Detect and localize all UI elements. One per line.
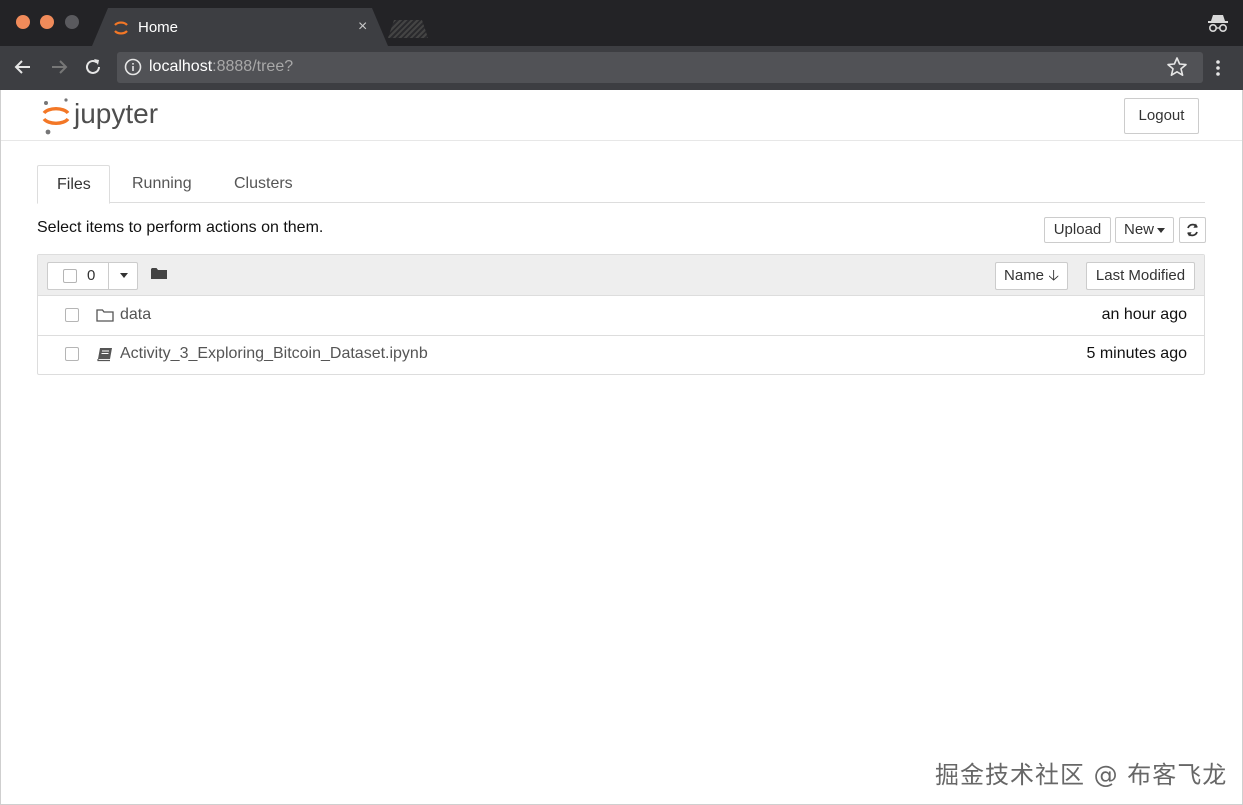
- tab-running[interactable]: Running: [113, 165, 211, 203]
- file-name-link[interactable]: data: [120, 306, 151, 324]
- browser-tab-title: Home: [138, 19, 179, 36]
- row-checkbox[interactable]: [65, 347, 79, 361]
- logout-button[interactable]: Logout: [1124, 98, 1199, 134]
- list-item[interactable]: Activity_3_Exploring_Bitcoin_Dataset.ipy…: [38, 335, 1204, 375]
- refresh-icon: [1187, 223, 1198, 237]
- caret-down-icon: [120, 273, 128, 278]
- tab-files[interactable]: Files: [37, 165, 110, 204]
- row-checkbox[interactable]: [65, 308, 79, 322]
- jupyter-header: jupyter Logout: [0, 90, 1243, 141]
- tab-clusters[interactable]: Clusters: [215, 165, 312, 203]
- tab-close-icon[interactable]: ×: [358, 18, 367, 36]
- browser-menu-icon[interactable]: [1210, 58, 1226, 78]
- refresh-button[interactable]: [1179, 217, 1206, 243]
- address-bar[interactable]: localhost:8888/tree?: [117, 52, 1203, 83]
- selected-count: 0: [87, 267, 96, 284]
- forward-arrow-icon[interactable]: [46, 54, 72, 80]
- selection-hint: Select items to perform actions on them.: [37, 219, 324, 236]
- notebook-book-icon: [97, 348, 112, 362]
- sort-name-label: Name: [1004, 267, 1045, 284]
- select-all-checkbox[interactable]: [63, 269, 77, 283]
- file-list-header: 0 Name 🡣 Last Modified: [38, 255, 1204, 296]
- select-dropdown-button[interactable]: [108, 262, 139, 290]
- upload-button[interactable]: Upload: [1044, 217, 1111, 243]
- watermark-text: 掘金技术社区 @ 布客飞龙: [935, 761, 1228, 789]
- url-path: :8888/tree?: [212, 58, 294, 75]
- file-modified-time: 5 minutes ago: [1086, 345, 1187, 362]
- site-info-icon[interactable]: [124, 58, 142, 76]
- sort-by-name-button[interactable]: Name 🡣: [995, 262, 1068, 290]
- back-arrow-icon[interactable]: [10, 54, 36, 80]
- new-button-label: New: [1123, 221, 1154, 238]
- file-modified-time: an hour ago: [1101, 306, 1187, 323]
- arrow-down-icon: 🡣: [1048, 267, 1059, 284]
- file-name-link[interactable]: Activity_3_Exploring_Bitcoin_Dataset.ipy…: [120, 345, 428, 363]
- caret-down-icon: [1157, 227, 1165, 233]
- url-text: localhost:8888/tree?: [149, 58, 293, 76]
- list-item[interactable]: data an hour ago: [38, 296, 1204, 336]
- sort-by-modified-button[interactable]: Last Modified: [1086, 262, 1195, 290]
- jupyter-logo[interactable]: jupyter: [40, 97, 180, 137]
- main-tabs: Files Running Clusters: [37, 165, 1205, 204]
- window-minimize-button[interactable]: [40, 15, 54, 29]
- browser-titlebar: Home ×: [0, 0, 1243, 46]
- bookmark-star-icon[interactable]: [1166, 56, 1188, 78]
- select-all-group: 0: [47, 262, 138, 290]
- new-dropdown-button[interactable]: New: [1115, 217, 1174, 243]
- window-maximize-button[interactable]: [65, 15, 79, 29]
- folder-breadcrumb-icon[interactable]: [151, 267, 167, 280]
- incognito-icon: [1208, 15, 1228, 33]
- window-close-button[interactable]: [16, 15, 30, 29]
- jupyter-favicon-icon: [114, 21, 128, 35]
- browser-toolbar: localhost:8888/tree?: [0, 46, 1243, 90]
- url-host: localhost: [149, 58, 213, 75]
- browser-tab-home[interactable]: Home ×: [92, 8, 388, 46]
- reload-icon[interactable]: [80, 54, 106, 80]
- new-tab-button[interactable]: [388, 20, 428, 38]
- folder-icon: [96, 309, 114, 322]
- logo-text: jupyter: [73, 98, 158, 129]
- file-list: 0 Name 🡣 Last Modified data an hour ago …: [37, 254, 1205, 375]
